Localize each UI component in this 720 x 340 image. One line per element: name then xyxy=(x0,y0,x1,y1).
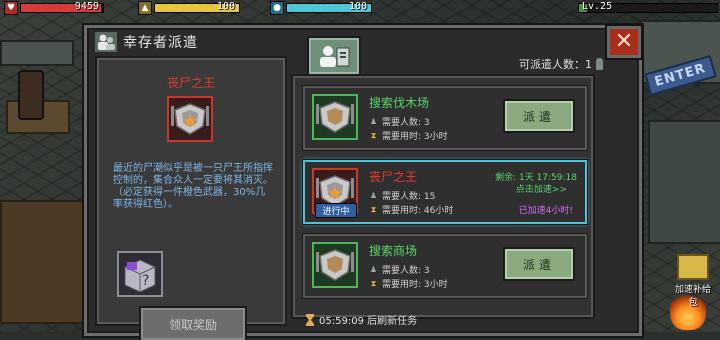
dialog-header: 幸存者派遣 xyxy=(95,32,198,52)
mission-people-row: ♟ 需要人数: 3 xyxy=(369,263,430,276)
dispatch-dialog: 幸存者派遣 ✕ 可派遣人数：1 丧尸之王 最近的尸潮似乎是被一只尸王所指挥控制的… xyxy=(84,25,642,340)
survivors-icon xyxy=(95,32,117,52)
level-stat: Lv.25 xyxy=(578,1,718,13)
xp-bar: Lv.25 xyxy=(578,1,718,13)
mission-name: 搜索商场 xyxy=(369,244,418,258)
mission-time-row: ⧗ 需要用时: 3小时 xyxy=(369,129,448,143)
mission-item[interactable]: 搜索商场 ♟ 需要人数: 3 ⧗ 需要用时: 3小时 派遣 xyxy=(303,234,587,298)
person-icon: ♟ xyxy=(369,191,378,200)
speed-up-link[interactable]: 点击加速>> xyxy=(516,182,567,195)
mission-detail-panel: 丧尸之王 最近的尸潮似乎是被一只尸王所指挥控制的，集合众人一定要将其消灭。（必定… xyxy=(97,58,285,340)
food-icon: ▲ xyxy=(138,1,152,15)
health-stat: ♥ 9459 xyxy=(4,1,104,15)
mission-time-row: ⧗ 需要用时: 46小时 xyxy=(369,203,454,217)
person-icon: ♟ xyxy=(369,265,378,274)
detail-description: 最近的尸潮似乎是被一只尸王所指挥控制的，集合众人一定要将其消灭。（必定获得一件橙… xyxy=(113,163,273,210)
food-stat: ▲ 100 xyxy=(138,1,240,15)
mission-people: 需要人数: 3 xyxy=(382,266,430,276)
top-hud: ♥ 9459 ▲ 100 ● 100 Lv.25 xyxy=(0,0,720,16)
mission-time-row: ⧗ 需要用时: 3小时 xyxy=(369,277,448,291)
dispatch-button[interactable]: 派遣 xyxy=(505,101,573,131)
water-value: 100 xyxy=(348,1,367,12)
refresh-timer: 05:59:09 后刷新任务 xyxy=(305,312,417,327)
detail-title: 丧尸之王 xyxy=(166,76,215,90)
food-value: 100 xyxy=(216,1,235,12)
person-icon xyxy=(596,58,603,70)
water-stat: ● 100 xyxy=(270,1,372,15)
mission-people-row: ♟ 需要人数: 3 xyxy=(369,115,430,128)
survivor-character xyxy=(18,70,44,120)
heart-icon: ♥ xyxy=(4,1,18,15)
mission-time: 需要用时: 3小时 xyxy=(382,280,448,290)
svg-text:?: ? xyxy=(142,273,149,289)
water-bar: 100 xyxy=(286,1,372,13)
available-label: 可派遣人数：1 xyxy=(519,58,592,71)
supply-pack-icon xyxy=(677,254,709,280)
speed-supply-pack[interactable]: 加速补给包 xyxy=(674,254,712,308)
mission-item-active[interactable]: 进行中 丧尸之王 ♟ 需要人数: 15 ⧗ 需要用时: 46小时 剩余: 1天 … xyxy=(303,160,587,224)
health-value: 9459 xyxy=(74,1,99,12)
water-icon: ● xyxy=(270,1,284,15)
close-icon: ✕ xyxy=(614,29,634,54)
lumber-mission-emblem-icon xyxy=(312,94,358,140)
health-bar: 9459 xyxy=(20,1,104,13)
tab-dispatch[interactable] xyxy=(309,38,359,74)
available-count: 可派遣人数：1 xyxy=(519,56,603,72)
zombie-king-emblem-icon xyxy=(167,96,213,142)
hourglass-icon xyxy=(306,313,314,326)
hourglass-icon: ⧗ xyxy=(370,130,377,140)
supply-pack-label: 加速补给包 xyxy=(674,285,711,308)
mission-people: 需要人数: 3 xyxy=(382,118,430,128)
person-icon: ♟ xyxy=(369,117,378,126)
food-bar: 100 xyxy=(154,1,240,13)
mission-people-row: ♟ 需要人数: 15 xyxy=(369,189,435,202)
mall-mission-emblem-icon xyxy=(312,242,358,288)
mission-name: 丧尸之王 xyxy=(369,170,418,184)
mission-time: 需要用时: 3小时 xyxy=(382,132,448,142)
fence xyxy=(648,120,720,244)
dialog-title: 幸存者派遣 xyxy=(123,35,198,51)
mission-time: 需要用时: 46小时 xyxy=(382,206,454,216)
sped-up-notice: 已加速4小时! xyxy=(518,206,573,216)
dispatch-button[interactable]: 派遣 xyxy=(505,249,573,279)
wall-segment xyxy=(0,40,74,66)
mission-name: 搜索伐木场 xyxy=(369,96,430,110)
mystery-crate-icon: ? xyxy=(117,251,163,297)
close-button[interactable]: ✕ xyxy=(607,26,641,58)
mission-people: 需要人数: 15 xyxy=(382,192,436,202)
in-progress-badge: 进行中 xyxy=(315,203,357,218)
hourglass-icon: ⧗ xyxy=(370,278,377,288)
hourglass-icon: ⧗ xyxy=(370,204,377,214)
bookshelf xyxy=(0,200,84,324)
claim-reward-button[interactable]: 领取奖励 xyxy=(141,308,245,340)
refresh-text: 05:59:09 后刷新任务 xyxy=(319,316,418,327)
level-value: Lv.25 xyxy=(582,1,613,12)
mission-item[interactable]: 搜索伐木场 ♟ 需要人数: 3 ⧗ 需要用时: 3小时 派遣 xyxy=(303,86,587,150)
mission-list: 搜索伐木场 ♟ 需要人数: 3 ⧗ 需要用时: 3小时 派遣 进行中 丧尸之王 … xyxy=(293,76,593,317)
survivors-tab-icon xyxy=(320,46,350,67)
